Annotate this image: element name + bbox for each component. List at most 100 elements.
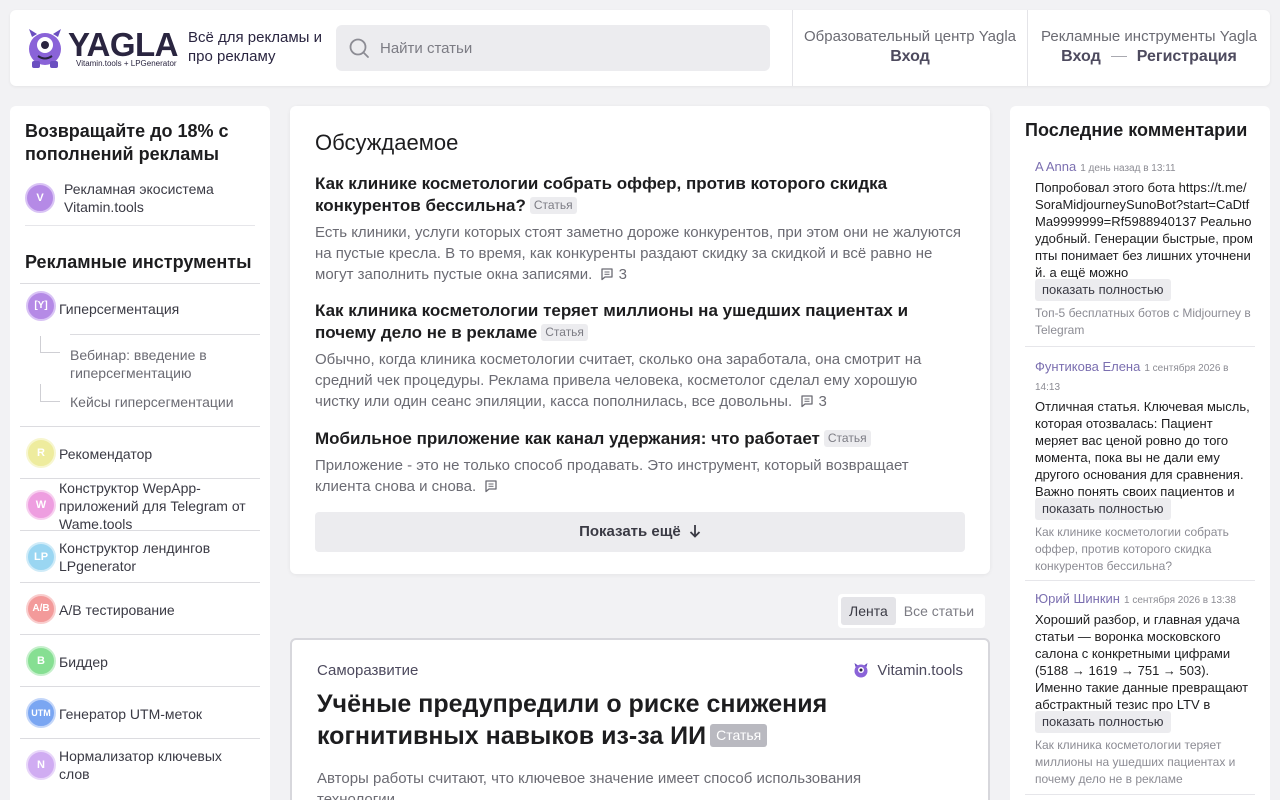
yagla-logo[interactable]: YAGLA Vitamin.tools + LPGenerator (26, 26, 178, 71)
hypersegmentation-icon: [Y] (26, 291, 56, 321)
search-icon (349, 38, 369, 58)
feed-tabs: Лента Все статьи (838, 594, 986, 628)
article-source[interactable]: Vitamin.tools (853, 662, 963, 679)
featured-excerpt: Авторы работы считают, что ключевое знач… (317, 770, 862, 800)
header-divider (792, 10, 793, 86)
dash-separator (1110, 56, 1127, 58)
discussed-article[interactable]: Мобильное приложение как канал удержания… (315, 428, 965, 497)
discussed-article[interactable]: Как клиника косметологии теряет миллионы… (315, 300, 965, 412)
vitamin-badge-icon: V (25, 183, 55, 213)
tools-section-title: Рекламные инструменты (25, 252, 252, 272)
article-tag: Статья (823, 430, 871, 447)
tool-bidder[interactable]: B Биддер (20, 634, 260, 686)
vitamin-monster-icon (854, 663, 868, 678)
tools-login-link[interactable]: Вход (1061, 48, 1101, 65)
arrow-down-icon (689, 525, 701, 538)
left-sidebar: Возвращайте до 18% с пополнений рекламы … (10, 106, 270, 800)
tool-hypersegmentation[interactable]: [Y] Гиперсегментация (20, 283, 260, 327)
comment-count: 3 (618, 266, 627, 283)
edu-center-title: Образовательный центр Yagla (803, 28, 1017, 45)
comment-article-link[interactable]: Как клинике косметологии собрать оффер, … (1035, 524, 1255, 575)
discussed-title: Обсуждаемое (315, 130, 459, 155)
article-tag: Статья (529, 197, 577, 214)
search-box[interactable] (336, 25, 770, 71)
show-more-button[interactable]: Показать ещё (315, 512, 965, 552)
tab-all-articles[interactable]: Все статьи (896, 597, 982, 625)
wame-icon: W (26, 490, 56, 520)
comment-text: Отличная статья. Ключевая мысль, которая… (1035, 399, 1250, 499)
comment-count: 3 (818, 393, 827, 410)
comment-item: Юрий Шинкин 1 сентября 2026 в 13:38 Хорош… (1035, 590, 1255, 788)
tool-label: Конструктор WepApp-приложений для Telegr… (59, 480, 246, 532)
article-excerpt: Обычно, когда клиника косметологии счита… (315, 351, 922, 410)
tool-recommender[interactable]: R Рекомендатор (20, 426, 260, 478)
ad-tools-title: Рекламные инструменты Yagla (1041, 28, 1257, 45)
comment-article-link[interactable]: Топ-5 бесплатных ботов с Midjourney в Te… (1035, 305, 1255, 339)
edu-center-block: Образовательный центр Yagla Вход (803, 27, 1017, 68)
header-divider (1027, 10, 1028, 86)
article-category[interactable]: Саморазвитие (317, 662, 418, 679)
divider (1025, 794, 1255, 795)
article-excerpt: Есть клиники, услуги которых стоят замет… (315, 224, 962, 283)
tool-ab-testing[interactable]: A/B A/B тестирование (20, 582, 260, 634)
comment-item: A Anna 1 день назад в 13:11 Попробовал эт… (1035, 158, 1255, 339)
comment-item: Фунтикова Елена 1 сентября 2026 в 14:13 О… (1035, 358, 1255, 575)
ecosystem-link[interactable]: V Рекламная экосистема Vitamin.tools (25, 180, 255, 226)
comment-icon (801, 395, 813, 408)
article-tag: Статья (710, 724, 768, 747)
article-title[interactable]: Как клиника косметологии теряет миллионы… (315, 301, 908, 342)
lpgenerator-icon: LP (26, 542, 56, 572)
tool-label: Биддер (59, 654, 108, 670)
tool-lpgenerator[interactable]: LP Конструктор лендингов LPgenerator (20, 530, 260, 582)
recommender-icon: R (26, 438, 56, 468)
tree-connector (40, 384, 60, 402)
show-full-button[interactable]: показать полностью (1035, 498, 1171, 520)
discussed-panel: Обсуждаемое Как клинике косметологии соб… (290, 106, 990, 574)
article-title[interactable]: Как клинике косметологии собрать оффер, … (315, 174, 887, 215)
tool-label: Генератор UTM-меток (59, 706, 203, 722)
article-excerpt: Приложение - это не только способ продав… (315, 457, 909, 495)
comment-text: Попробовал этого бота https://t.me/SoraM… (1035, 180, 1253, 280)
comment-author[interactable]: A Anna (1035, 159, 1076, 174)
comment-article-link[interactable]: Как клиника косметологии теряет миллионы… (1035, 737, 1255, 788)
article-title[interactable]: Мобильное приложение как канал удержания… (315, 429, 820, 448)
tool-label: A/B тестирование (59, 602, 175, 618)
divider (1025, 346, 1255, 347)
logo-subtitle: Vitamin.tools + LPGenerator (76, 59, 177, 68)
tab-feed[interactable]: Лента (841, 597, 896, 625)
comment-time: 1 сентября 2026 в 13:38 (1123, 595, 1236, 606)
tagline: Всё для рекламы и про рекламу (188, 29, 322, 65)
promo-title[interactable]: Возвращайте до 18% с пополнений рекламы (25, 120, 255, 166)
register-link[interactable]: Регистрация (1137, 48, 1237, 65)
bidder-icon: B (26, 646, 56, 676)
article-tag: Статья (541, 324, 588, 341)
comment-icon (485, 480, 497, 493)
show-full-button[interactable]: показать полностью (1035, 711, 1171, 733)
show-full-button[interactable]: показать полностью (1035, 279, 1171, 301)
recent-comments-panel: Последние комментарии A Anna 1 день назад… (1010, 106, 1270, 800)
tree-connector (40, 336, 60, 353)
discussed-article[interactable]: Как клинике косметологии собрать оффер, … (315, 173, 965, 285)
divider (1025, 580, 1255, 581)
search-input[interactable] (380, 25, 750, 71)
tool-label: Гиперсегментация (59, 301, 180, 317)
comment-author[interactable]: Фунтикова Елена (1035, 359, 1140, 374)
monster-mascot-icon (29, 29, 61, 68)
tool-wame[interactable]: W Конструктор WepApp-приложений для Tele… (20, 478, 260, 536)
ad-tools-block: Рекламные инструменты Yagla Вход Регистра… (1038, 27, 1260, 68)
edu-login-link[interactable]: Вход (803, 46, 1017, 68)
tool-utm-generator[interactable]: UTM Генератор UTM-меток (20, 686, 260, 738)
comment-time: 1 день назад в 13:11 (1080, 163, 1176, 174)
subitem-cases[interactable]: Кейсы гиперсегментации (70, 393, 250, 411)
featured-article-card[interactable]: Саморазвитие Vitamin.tools Учёные предуп… (290, 638, 990, 800)
comment-author[interactable]: Юрий Шинкин (1035, 591, 1120, 606)
comment-icon (601, 268, 614, 281)
subitem-webinar[interactable]: Вебинар: введение в гиперсегментацию (70, 346, 250, 382)
source-label: Vitamin.tools (877, 662, 963, 679)
ab-testing-icon: A/B (26, 594, 56, 624)
tool-label: Рекомендатор (59, 446, 153, 462)
utm-icon: UTM (26, 698, 56, 728)
comment-text: Хороший разбор, и главная удача статьи —… (1035, 612, 1249, 712)
site-header: YAGLA Vitamin.tools + LPGenerator Всё дл… (10, 10, 1270, 86)
tool-normalizer[interactable]: N Нормализатор ключевых слов (20, 738, 260, 790)
